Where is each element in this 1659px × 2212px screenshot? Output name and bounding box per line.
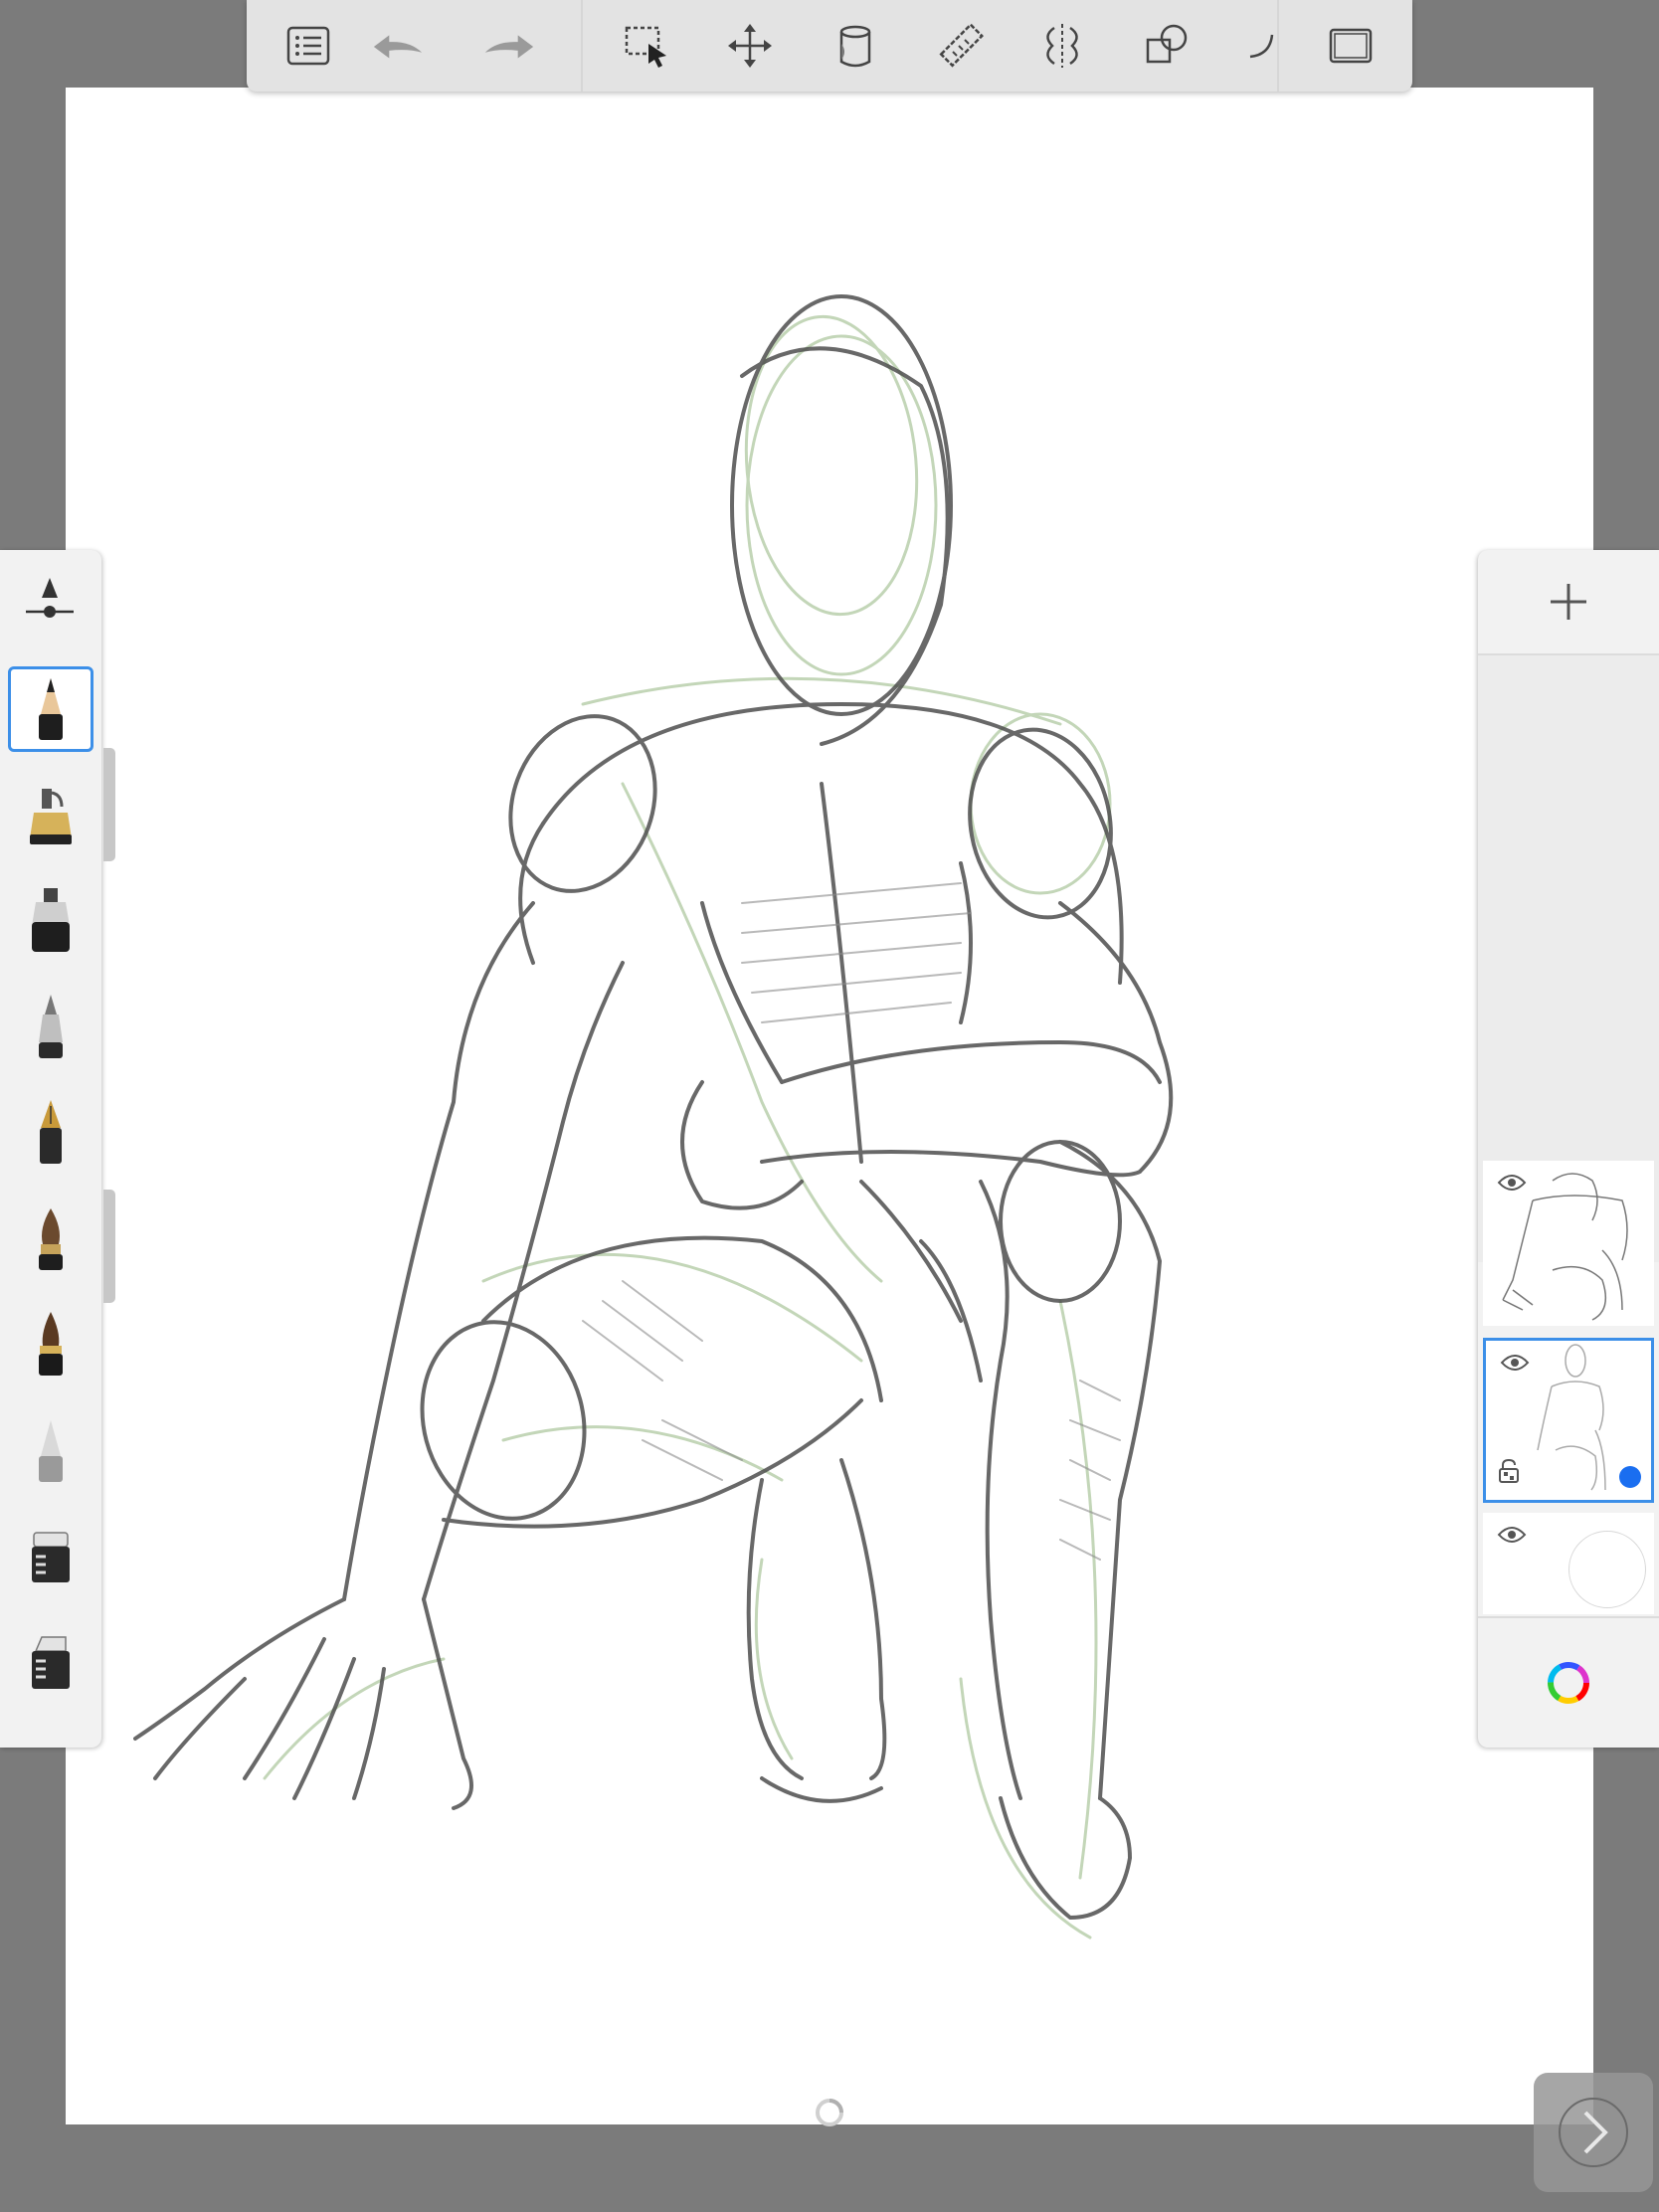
brush-palette-scroll-tab[interactable] (103, 1190, 115, 1303)
fullscreen-icon[interactable] (1323, 18, 1379, 74)
airbrush[interactable] (8, 773, 93, 858)
paint-brush[interactable] (8, 1197, 93, 1282)
current-layer-color-dot (1619, 1466, 1641, 1488)
add-layer-button[interactable] (1478, 550, 1659, 655)
color-wheel-icon (1548, 1662, 1589, 1704)
brush-palette (0, 550, 101, 1748)
pencil-brush[interactable] (8, 666, 93, 752)
plus-icon (1551, 584, 1586, 620)
chisel-eraser-brush[interactable] (8, 1620, 93, 1706)
brush-size-slider-icon[interactable] (20, 572, 80, 626)
lock-icon[interactable] (1498, 1458, 1520, 1488)
figure-sketch (133, 294, 1174, 1939)
symmetry-icon[interactable] (1034, 18, 1090, 74)
curve-icon[interactable] (1233, 18, 1289, 74)
next-button[interactable] (1534, 2073, 1653, 2192)
layer-figure-rough[interactable] (1483, 1338, 1654, 1503)
marker-brush[interactable] (8, 878, 93, 964)
chevron-right-icon (1559, 2098, 1628, 2167)
layer-figure-dark[interactable] (1483, 1161, 1654, 1326)
undo-icon[interactable] (370, 18, 426, 74)
drawing-canvas[interactable] (66, 88, 1593, 2124)
eye-icon[interactable] (1497, 1525, 1527, 1549)
layer-panel (1478, 550, 1659, 1748)
transform-icon[interactable] (722, 18, 778, 74)
list-icon[interactable] (280, 18, 336, 74)
top-toolbar (247, 0, 1412, 92)
ruler-icon[interactable] (933, 18, 989, 74)
calligraphy-brush[interactable] (8, 1090, 93, 1176)
layer-background[interactable] (1483, 1513, 1654, 1614)
hard-eraser-brush[interactable] (8, 1514, 93, 1599)
brush-palette-scroll-tab[interactable] (103, 748, 115, 861)
redo-icon[interactable] (481, 18, 537, 74)
soft-eraser-brush[interactable] (8, 1408, 93, 1494)
selection-icon[interactable] (619, 18, 674, 74)
ink-brush[interactable] (8, 1302, 93, 1387)
fill-bucket-icon[interactable] (828, 18, 883, 74)
ballpoint-brush[interactable] (8, 985, 93, 1070)
background-color-swatch[interactable] (1568, 1531, 1646, 1608)
shapes-icon[interactable] (1140, 18, 1196, 74)
loading-spinner-icon (814, 2097, 845, 2132)
color-wheel-button[interactable] (1478, 1616, 1659, 1748)
layer-thumbnail (1502, 1173, 1628, 1321)
